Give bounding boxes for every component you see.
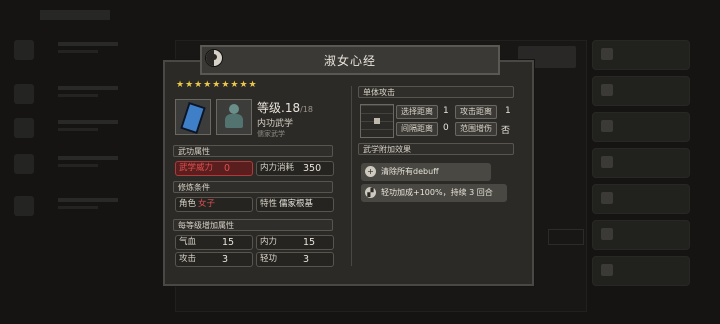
- per-level-stat-label: 攻击: [179, 254, 197, 264]
- skill-subtype: 儒家武学: [257, 130, 285, 138]
- attributes-header: 武功属性: [173, 145, 333, 157]
- main-stat-cell: 武学威力 0: [175, 161, 253, 176]
- per-level-stat-value: 15: [222, 237, 235, 248]
- main-stat-value: 0: [224, 163, 231, 174]
- interval-value: 0: [443, 123, 449, 133]
- character-portrait-icon: [216, 99, 252, 135]
- area-damage-value: 否: [501, 126, 511, 136]
- interval-label: 间隔距离: [396, 122, 438, 136]
- effect-item: + 清除所有debuff: [361, 163, 491, 181]
- per-level-stat-value: 15: [303, 237, 316, 248]
- per-level-stat-value: 3: [222, 254, 229, 265]
- dialog-title: 淑女心经: [323, 54, 376, 68]
- trait-cell: 特性 儒家根基: [256, 197, 334, 212]
- per-level-stat-label: 内力: [260, 237, 278, 247]
- per-level-stat-value: 3: [303, 254, 310, 265]
- gender-cell: 角色 女子: [175, 197, 253, 212]
- per-level-stat: 轻功 3: [256, 252, 334, 267]
- cost-value: 350: [303, 163, 322, 174]
- attack-header: 单体攻击: [358, 86, 514, 98]
- skill-book-icon: [175, 99, 211, 135]
- skill-level: 等级.18/18: [257, 101, 313, 115]
- gender-value: 女子: [198, 199, 216, 209]
- skill-star-rating: ★★★★★★★★★: [176, 80, 258, 90]
- attack-range-grid: [360, 104, 394, 138]
- effect-item: ▞ 轻功加成+100%，持续 3 回合: [361, 184, 507, 202]
- per-level-stat: 攻击 3: [175, 252, 253, 267]
- effects-header: 武学附加效果: [358, 143, 514, 155]
- trait-value: 儒家根基: [279, 199, 314, 209]
- dialog-title-bar: 淑女心经: [200, 45, 500, 75]
- attack-range-value: 1: [505, 106, 511, 116]
- cost-label: 内力消耗: [260, 163, 295, 173]
- per-level-header: 每等级增加属性: [173, 219, 333, 231]
- cost-cell: 内力消耗 350: [256, 161, 334, 176]
- boot-icon: ▞: [365, 187, 376, 198]
- gender-label: 角色: [179, 199, 197, 209]
- area-damage-label: 范围增伤: [455, 122, 497, 136]
- per-level-stat: 气血 15: [175, 235, 253, 250]
- select-range-value: 1: [443, 106, 449, 116]
- requirements-header: 修炼条件: [173, 181, 333, 193]
- effect-text: 轻功加成+100%，持续 3 回合: [381, 188, 493, 197]
- yin-yang-icon: [205, 49, 223, 67]
- plus-icon: +: [365, 166, 376, 177]
- column-divider: [351, 86, 352, 266]
- main-stat-label: 武学威力: [179, 163, 214, 173]
- per-level-stat: 内力 15: [256, 235, 334, 250]
- per-level-stat-label: 气血: [179, 237, 197, 247]
- per-level-stat-label: 轻功: [260, 254, 278, 264]
- skill-type: 内功武学: [257, 119, 294, 129]
- trait-label: 特性: [260, 199, 278, 209]
- attack-range-label: 攻击距离: [455, 105, 497, 119]
- select-range-label: 选择距离: [396, 105, 438, 119]
- effect-text: 清除所有debuff: [381, 167, 439, 176]
